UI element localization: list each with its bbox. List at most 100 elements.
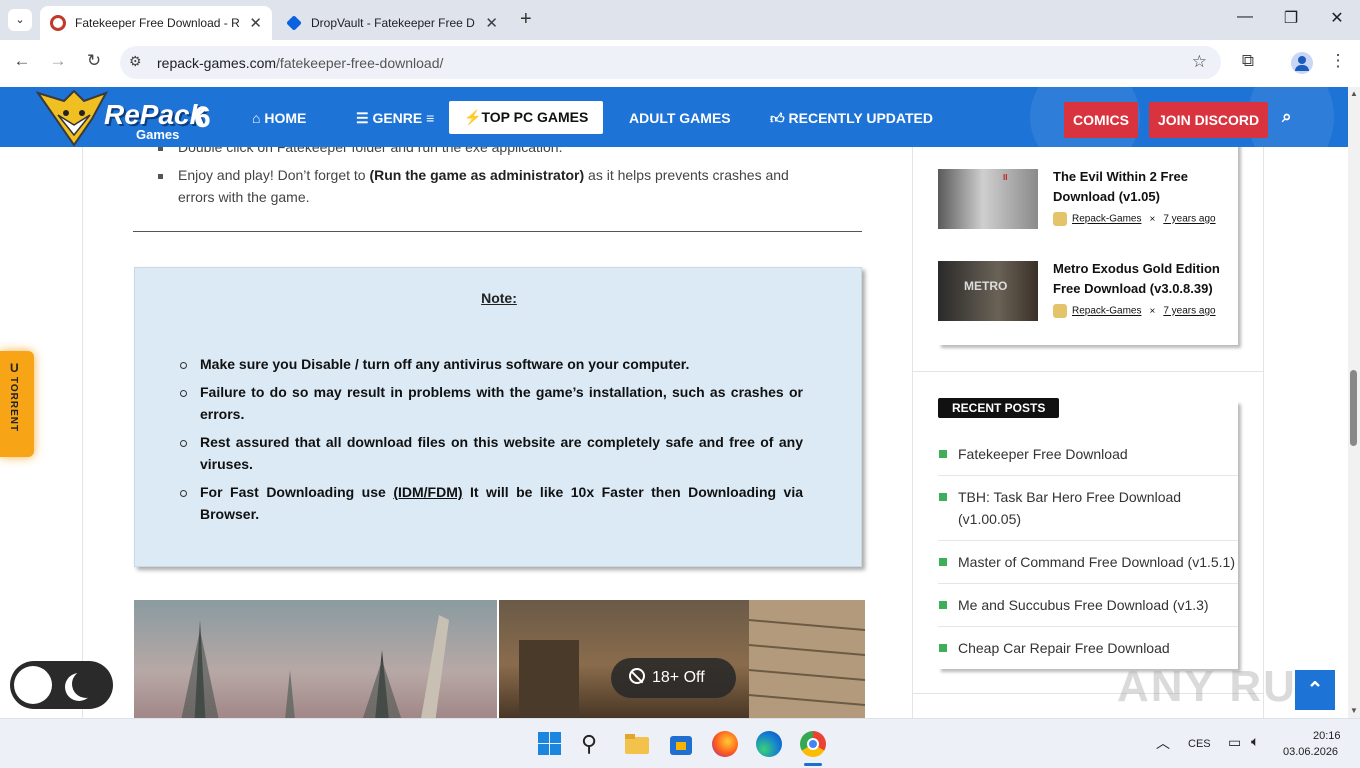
- comics-button[interactable]: COMICS: [1064, 102, 1138, 138]
- chevron-up-icon[interactable]: ︿: [1156, 733, 1170, 753]
- list-separator: [938, 583, 1238, 584]
- site-info-icon[interactable]: ⚙: [129, 53, 142, 70]
- torrent-magnet-icon: U: [10, 361, 19, 375]
- nav-home[interactable]: ⌂ HOME: [252, 110, 306, 126]
- site-logo[interactable]: RePack Games 6: [34, 89, 211, 147]
- post-date-link[interactable]: 7 years ago: [1163, 214, 1215, 225]
- divider: [133, 231, 862, 232]
- store-icon[interactable]: [668, 731, 694, 757]
- install-step-text: Enjoy and play! Don’t forget to: [178, 167, 370, 183]
- bookmark-star-icon[interactable]: ☆: [1192, 52, 1207, 72]
- address-bar[interactable]: ⚙ repack-games.com/fatekeeper-free-downl…: [120, 46, 1221, 79]
- recent-posts-heading: RECENT POSTS: [938, 398, 1060, 418]
- dark-mode-toggle[interactable]: [10, 661, 113, 709]
- close-tab-icon[interactable]: ✕: [485, 14, 498, 32]
- back-to-top-button[interactable]: ⌃: [1295, 670, 1335, 710]
- install-step-bullet: Enjoy and play! Don’t forget to (Run the…: [158, 164, 818, 208]
- game-screenshot-forest[interactable]: [134, 600, 497, 718]
- windows-start-icon[interactable]: [537, 731, 563, 757]
- tab-fatekeeper[interactable]: Fatekeeper Free Download - Rep ✕: [40, 6, 272, 40]
- content-border-mid: [912, 147, 913, 718]
- bullet-square-icon: [939, 493, 947, 501]
- reload-icon[interactable]: ↻: [82, 51, 106, 71]
- torrent-label: TORRENT: [8, 376, 20, 433]
- firefox-icon[interactable]: [712, 731, 738, 757]
- search-icon[interactable]: ⚲: [581, 731, 607, 757]
- note-box: Note: Make sure you Disable / turn off a…: [134, 267, 862, 567]
- adult-content-toggle[interactable]: 18+ Off: [611, 658, 736, 698]
- list-icon: ☰: [356, 110, 373, 126]
- nav-adult-games[interactable]: ADULT GAMES: [629, 110, 731, 126]
- bullet-square-icon: [939, 601, 947, 609]
- recent-post-link[interactable]: Fatekeeper Free Download: [958, 443, 1128, 465]
- recent-post-link[interactable]: TBH: Task Bar Hero Free Download (v1.00.…: [958, 486, 1198, 530]
- recent-post-link[interactable]: Me and Succubus Free Download (v1.3): [958, 594, 1209, 616]
- nav-top-pc-games[interactable]: ⚡TOP PC GAMES: [449, 101, 604, 134]
- chrome-icon[interactable]: [800, 731, 826, 757]
- torrent-side-tab[interactable]: U TORRENT: [0, 351, 34, 457]
- back-icon[interactable]: ←: [10, 51, 34, 71]
- volume-icon[interactable]: 🔈︎: [1251, 733, 1259, 750]
- url-path: /fatekeeper-free-download/: [276, 55, 444, 71]
- logo-subtext: Games: [136, 127, 180, 142]
- restore-icon[interactable]: ❐: [1279, 8, 1303, 28]
- new-tab-button[interactable]: +: [520, 8, 532, 31]
- close-tab-icon[interactable]: ✕: [249, 14, 262, 32]
- browser-menu-icon[interactable]: ⋮: [1326, 51, 1350, 71]
- menu-icon: ≡: [422, 110, 435, 126]
- post-title-link[interactable]: Metro Exodus Gold Edition Free Download …: [1053, 259, 1233, 299]
- search-icon[interactable]: ⌕: [1282, 107, 1292, 127]
- author-link[interactable]: Repack-Games: [1072, 214, 1141, 225]
- network-icon[interactable]: ▭: [1228, 734, 1241, 751]
- file-explorer-icon[interactable]: [624, 731, 650, 757]
- post-meta: Repack-Games × 7 years ago: [1053, 212, 1216, 226]
- recent-post-link[interactable]: Cheap Car Repair Free Download: [958, 637, 1170, 659]
- note-text: For Fast Downloading use: [200, 484, 394, 500]
- author-avatar-icon: [1053, 304, 1067, 318]
- nav-recently-updated[interactable]: 👍︎ RECENTLY UPDATED: [770, 110, 933, 127]
- list-separator: [938, 475, 1238, 476]
- bullet-square-icon: [939, 450, 947, 458]
- nav-genre[interactable]: ☰ GENRE ≡: [356, 110, 434, 127]
- scroll-down-icon[interactable]: ▼: [1350, 706, 1358, 715]
- clock-date[interactable]: 03.06.2026: [1283, 746, 1338, 758]
- browser-tab-strip: ⌄ Fatekeeper Free Download - Rep ✕ DropV…: [0, 0, 1360, 40]
- tab-list-button[interactable]: ⌄: [8, 9, 32, 31]
- logo-swoosh-icon: 6: [194, 101, 211, 134]
- note-item: Rest assured that all download files on …: [180, 431, 803, 475]
- adult-toggle-label: 18+ Off: [652, 669, 705, 686]
- recent-post-link[interactable]: Master of Command Free Download (v1.5.1): [958, 551, 1235, 573]
- forward-icon[interactable]: →: [46, 51, 70, 71]
- site-header: RePack Games 6 ⌂ HOME ☰ GENRE ≡ ⚡TOP PC …: [0, 87, 1348, 147]
- evil-within-thumbnail[interactable]: II: [938, 169, 1038, 229]
- browser-toolbar: ← → ↻ ⚙ repack-games.com/fatekeeper-free…: [0, 40, 1360, 86]
- post-date-link[interactable]: 7 years ago: [1163, 306, 1215, 317]
- meta-separator: ×: [1149, 305, 1156, 317]
- close-window-icon[interactable]: ✕: [1325, 8, 1349, 28]
- thumbs-up-icon: 👍︎: [770, 110, 789, 126]
- windows-taskbar: ⚲ ︿ CES ▭ 🔈︎ 20:16 03.06.2026: [0, 718, 1360, 768]
- sun-knob-icon: [14, 666, 52, 704]
- post-title-link[interactable]: The Evil Within 2 Free Download (v1.05): [1053, 167, 1228, 207]
- clock-time[interactable]: 20:16: [1313, 730, 1341, 742]
- author-link[interactable]: Repack-Games: [1072, 306, 1141, 317]
- dropbox-favicon-icon: [286, 15, 302, 31]
- join-discord-button[interactable]: JOIN DISCORD: [1149, 102, 1269, 138]
- idm-fdm-link[interactable]: (IDM/FDM): [393, 484, 462, 500]
- post-meta: Repack-Games × 7 years ago: [1053, 304, 1216, 318]
- metro-exodus-thumbnail[interactable]: METRO: [938, 261, 1038, 321]
- install-step-bullet: Double click on Fatekeeper folder and ru…: [158, 147, 808, 158]
- extensions-icon[interactable]: ⧉: [1236, 51, 1260, 71]
- edge-icon[interactable]: [756, 731, 782, 757]
- profile-avatar-icon[interactable]: [1291, 52, 1313, 74]
- scroll-up-icon[interactable]: ▲: [1350, 89, 1358, 98]
- tab-dropvault[interactable]: DropVault - Fatekeeper Free Dow ✕: [276, 6, 508, 40]
- recent-posts-card: [938, 401, 1238, 669]
- note-item: For Fast Downloading use (IDM/FDM) It wi…: [180, 481, 803, 525]
- scrollbar-thumb[interactable]: [1350, 370, 1357, 446]
- moon-icon: [72, 670, 100, 698]
- language-indicator[interactable]: CES: [1188, 738, 1211, 750]
- note-title: Note:: [481, 290, 517, 306]
- list-separator: [938, 540, 1238, 541]
- minimize-icon[interactable]: —: [1233, 8, 1257, 26]
